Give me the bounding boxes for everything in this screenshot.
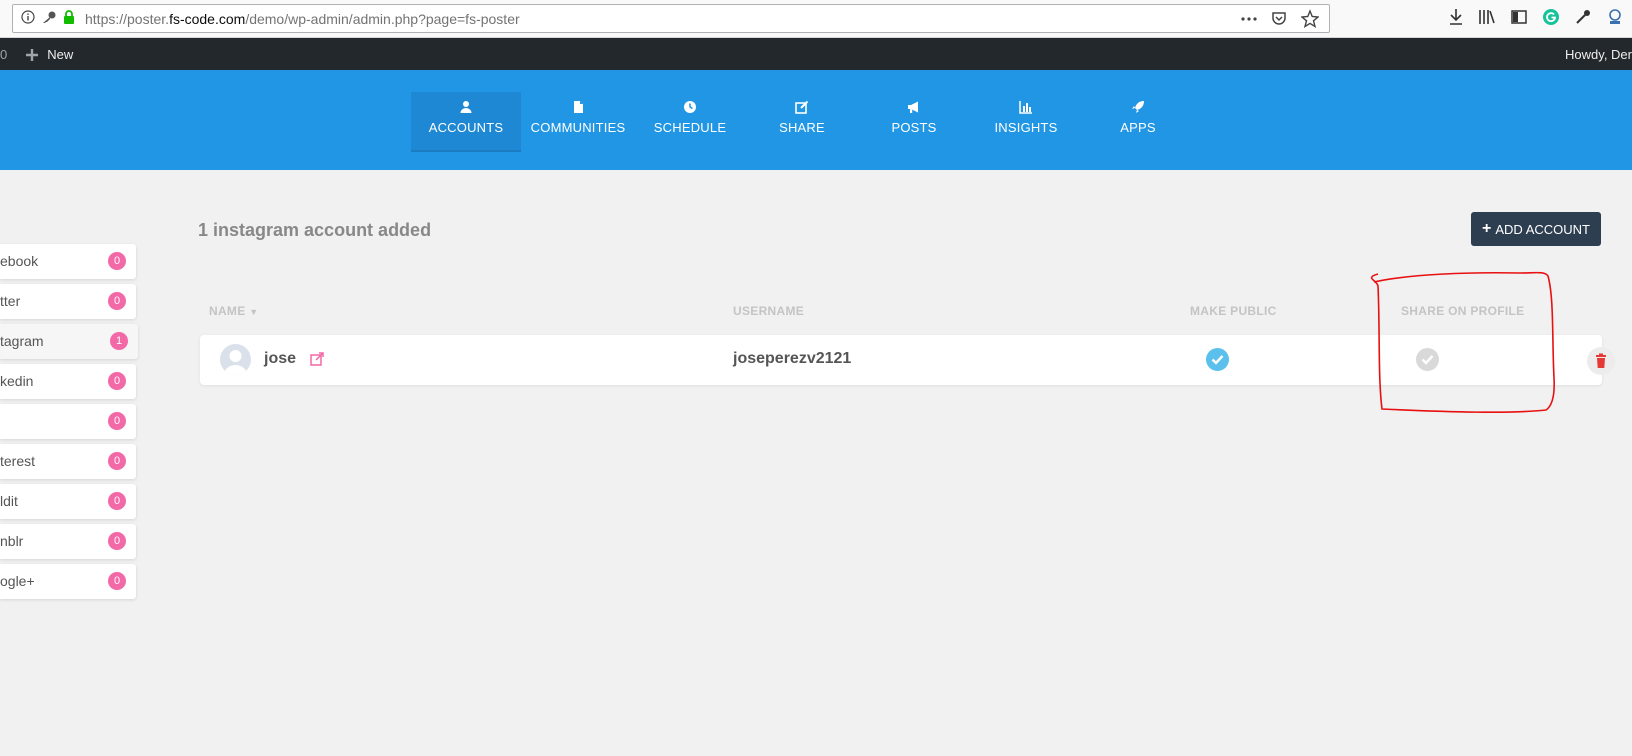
wp-admin-bar: 0 New Howdy, Der bbox=[0, 38, 1632, 70]
new-label: New bbox=[47, 47, 74, 62]
info-icon[interactable] bbox=[21, 10, 35, 24]
delete-account-button[interactable] bbox=[1587, 347, 1615, 375]
plus-icon: + bbox=[1482, 220, 1492, 237]
count-badge: 0 bbox=[108, 452, 126, 470]
edit-icon bbox=[795, 100, 809, 114]
sidebar-item-pinterest[interactable]: terest 0 bbox=[0, 444, 136, 479]
bar-chart-icon bbox=[1019, 101, 1032, 114]
tab-label: POSTS bbox=[891, 120, 937, 135]
sidebar-item-label: ogle+ bbox=[0, 573, 35, 589]
sidebar-item-twitter[interactable]: tter 0 bbox=[0, 284, 136, 319]
plugin-main-nav: ACCOUNTS COMMUNITIES SCHEDULE SHARE POST… bbox=[0, 70, 1632, 170]
tab-posts[interactable]: POSTS bbox=[859, 92, 969, 152]
tab-label: INSIGHTS bbox=[994, 120, 1058, 135]
sidebar-item-label: tagram bbox=[0, 333, 44, 349]
count-badge: 0 bbox=[108, 292, 126, 310]
sidebar-item-google-plus[interactable]: ogle+ 0 bbox=[0, 564, 136, 599]
lock-icon[interactable] bbox=[63, 10, 75, 24]
tab-schedule[interactable]: SCHEDULE bbox=[635, 92, 745, 152]
new-content-button[interactable]: New bbox=[25, 47, 73, 62]
howdy-user-menu[interactable]: Howdy, Der bbox=[1565, 47, 1632, 62]
tab-communities[interactable]: COMMUNITIES bbox=[523, 92, 633, 152]
social-network-sidebar: ebook 0 tter 0 tagram 1 kedin 0 0 terest 0 ld… bbox=[0, 244, 138, 604]
sidebar-item-label: tter bbox=[0, 293, 21, 309]
sidebar-item-tumblr[interactable]: nblr 0 bbox=[0, 524, 136, 559]
tab-label: COMMUNITIES bbox=[530, 120, 626, 135]
sidebar-item-label: kedin bbox=[0, 373, 34, 389]
url-bar[interactable]: https://poster.fs-code.com/demo/wp-admin… bbox=[12, 4, 1330, 33]
key-icon[interactable] bbox=[41, 10, 57, 24]
trash-icon bbox=[1596, 353, 1606, 368]
star-icon[interactable] bbox=[1301, 9, 1319, 29]
count-badge: 0 bbox=[108, 252, 126, 270]
sidebar-item-label: ldit bbox=[0, 493, 18, 509]
column-header-username: USERNAME bbox=[733, 304, 805, 318]
tab-accounts[interactable]: ACCOUNTS bbox=[411, 92, 521, 152]
count-badge: 0 bbox=[108, 412, 126, 430]
sidebar-icon[interactable] bbox=[1510, 8, 1528, 26]
tab-label: SHARE bbox=[779, 120, 825, 135]
count-badge: 0 bbox=[108, 532, 126, 550]
sidebar-item-reddit[interactable]: ldit 0 bbox=[0, 484, 136, 519]
browser-toolbar: https://poster.fs-code.com/demo/wp-admin… bbox=[0, 0, 1632, 38]
url-text: https://poster.fs-code.com/demo/wp-admin… bbox=[85, 11, 520, 27]
share-on-profile-toggle[interactable] bbox=[1416, 348, 1439, 371]
tab-apps[interactable]: APPS bbox=[1083, 92, 1193, 152]
plus-icon bbox=[26, 48, 39, 61]
extension-icon[interactable] bbox=[1606, 8, 1624, 26]
count-badge: 0 bbox=[108, 372, 126, 390]
external-link-icon[interactable] bbox=[310, 352, 324, 366]
add-account-button[interactable]: + ADD ACCOUNT bbox=[1471, 212, 1601, 246]
column-header-make-public: MAKE PUBLIC bbox=[1190, 304, 1277, 318]
user-icon bbox=[460, 101, 472, 113]
tab-label: ACCOUNTS bbox=[428, 120, 504, 135]
tab-label: APPS bbox=[1120, 120, 1156, 135]
page-title: 1 instagram account added bbox=[198, 220, 432, 240]
sidebar-item-facebook[interactable]: ebook 0 bbox=[0, 244, 136, 279]
column-header-name[interactable]: NAME ▼ bbox=[209, 304, 258, 318]
sidebar-item-label: nblr bbox=[0, 533, 24, 549]
avatar bbox=[220, 344, 251, 375]
library-icon[interactable] bbox=[1478, 8, 1496, 26]
check-icon bbox=[1211, 355, 1224, 365]
count-badge: 0 bbox=[108, 492, 126, 510]
account-name: jose bbox=[264, 350, 297, 367]
account-username: joseperezv2121 bbox=[733, 350, 852, 367]
rocket-icon bbox=[1132, 101, 1144, 113]
sidebar-item-linkedin[interactable]: kedin 0 bbox=[0, 364, 136, 399]
sidebar-item-label: terest bbox=[0, 453, 36, 469]
more-icon[interactable] bbox=[1241, 9, 1257, 29]
grammarly-icon[interactable] bbox=[1542, 8, 1560, 26]
count-badge: 1 bbox=[110, 332, 128, 350]
clock-icon bbox=[684, 101, 696, 113]
default-avatar-icon bbox=[224, 350, 247, 375]
sidebar-item-vk[interactable]: 0 bbox=[0, 404, 136, 439]
check-icon bbox=[1421, 355, 1434, 365]
make-public-toggle[interactable] bbox=[1206, 348, 1229, 371]
table-row: jose joseperezv2121 bbox=[200, 335, 1615, 385]
add-account-label: ADD ACCOUNT bbox=[1495, 221, 1590, 237]
pocket-icon[interactable] bbox=[1271, 9, 1287, 29]
tab-share[interactable]: SHARE bbox=[747, 92, 857, 152]
column-header-share-on-profile: SHARE ON PROFILE bbox=[1401, 304, 1525, 318]
sidebar-item-label: ebook bbox=[0, 253, 39, 269]
sidebar-item-instagram[interactable]: tagram 1 bbox=[0, 324, 138, 359]
file-icon bbox=[574, 101, 583, 113]
tab-label: SCHEDULE bbox=[653, 120, 727, 135]
download-icon[interactable] bbox=[1448, 8, 1464, 26]
comments-count[interactable]: 0 bbox=[0, 47, 7, 62]
megaphone-icon bbox=[908, 101, 918, 113]
count-badge: 0 bbox=[108, 572, 126, 590]
tab-insights[interactable]: INSIGHTS bbox=[971, 92, 1081, 152]
eyedropper-icon[interactable] bbox=[1574, 8, 1592, 26]
sort-down-icon: ▼ bbox=[249, 307, 259, 317]
